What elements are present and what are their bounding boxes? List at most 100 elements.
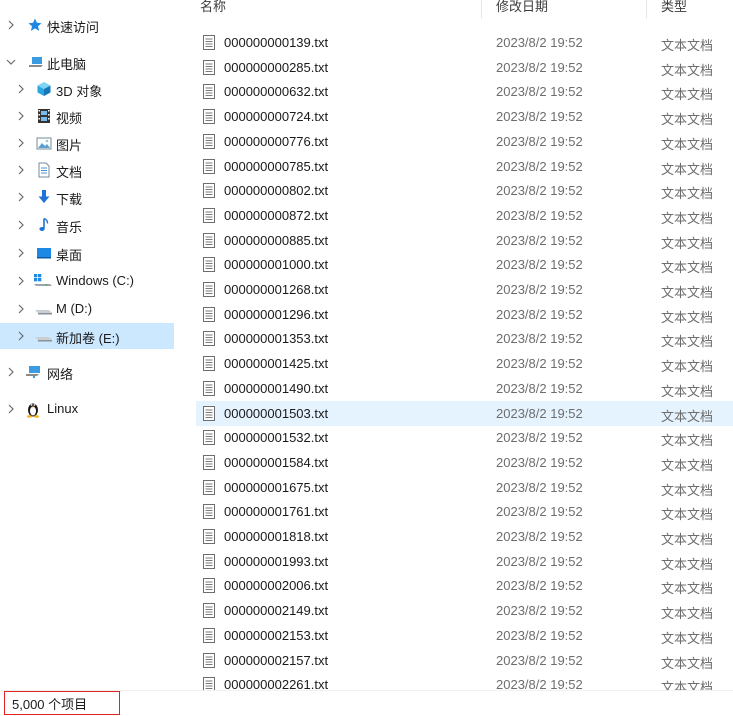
- nav-item-documents[interactable]: 文档: [0, 157, 174, 183]
- file-row[interactable]: 000000001761.txt 2023/8/2 19:52 文本文档: [196, 499, 733, 524]
- file-row[interactable]: 000000001818.txt 2023/8/2 19:52 文本文档: [196, 524, 733, 549]
- file-row[interactable]: 000000000139.txt 2023/8/2 19:52 文本文档: [196, 30, 733, 55]
- file-modified-date: 2023/8/2 19:52: [496, 59, 583, 75]
- file-row[interactable]: 000000000776.txt 2023/8/2 19:52 文本文档: [196, 129, 733, 154]
- nav-item-label: 图片: [56, 138, 83, 153]
- file-row[interactable]: 000000002006.txt 2023/8/2 19:52 文本文档: [196, 573, 733, 598]
- file-row[interactable]: 000000000785.txt 2023/8/2 19:52 文本文档: [196, 154, 733, 179]
- nav-item-label: 下载: [56, 192, 83, 207]
- text-file-icon: [203, 380, 215, 396]
- file-row[interactable]: 000000002149.txt 2023/8/2 19:52 文本文档: [196, 598, 733, 623]
- chevron-right-icon[interactable]: [16, 331, 26, 341]
- linux-icon: [25, 400, 41, 418]
- file-type: 文本文档: [661, 38, 714, 53]
- file-row[interactable]: 000000000724.txt 2023/8/2 19:52 文本文档: [196, 104, 733, 129]
- nav-item-desktop[interactable]: 桌面: [0, 240, 174, 266]
- file-row[interactable]: 000000001584.txt 2023/8/2 19:52 文本文档: [196, 450, 733, 475]
- chevron-right-icon[interactable]: [16, 220, 26, 230]
- column-divider[interactable]: [481, 0, 482, 18]
- nav-item-drive-d[interactable]: M (D:): [0, 296, 174, 322]
- text-file-icon: [203, 207, 215, 223]
- chevron-right-icon[interactable]: [6, 20, 16, 30]
- file-modified-date: 2023/8/2 19:52: [496, 479, 583, 495]
- text-file-icon: [203, 356, 215, 372]
- chevron-right-icon[interactable]: [16, 276, 26, 286]
- file-name: 000000001584.txt: [224, 454, 329, 470]
- file-row[interactable]: 000000000285.txt 2023/8/2 19:52 文本文档: [196, 55, 733, 80]
- file-row[interactable]: 000000001353.txt 2023/8/2 19:52 文本文档: [196, 326, 733, 351]
- chevron-right-icon[interactable]: [16, 165, 26, 175]
- text-file-icon: [203, 109, 215, 125]
- column-header-date[interactable]: 修改日期: [496, 0, 548, 18]
- nav-item-3d-objects[interactable]: 3D 对象: [0, 76, 174, 102]
- nav-item-videos[interactable]: 视频: [0, 103, 174, 129]
- file-row[interactable]: 000000000632.txt 2023/8/2 19:52 文本文档: [196, 79, 733, 104]
- file-modified-date: 2023/8/2 19:52: [496, 133, 583, 149]
- chevron-right-icon[interactable]: [16, 192, 26, 202]
- chevron-right-icon[interactable]: [16, 84, 26, 94]
- nav-item-this-pc[interactable]: 此电脑: [0, 49, 174, 75]
- column-header-type[interactable]: 类型: [661, 0, 687, 18]
- drive-icon: [33, 301, 52, 317]
- nav-item-quick-access[interactable]: 快速访问: [0, 12, 174, 38]
- file-row[interactable]: 000000002153.txt 2023/8/2 19:52 文本文档: [196, 623, 733, 648]
- file-row[interactable]: 000000002157.txt 2023/8/2 19:52 文本文档: [196, 648, 733, 673]
- file-name: 000000000724.txt: [224, 109, 329, 125]
- text-file-icon: [203, 677, 215, 690]
- nav-item-drive-e[interactable]: 新加卷 (E:): [0, 323, 174, 349]
- nav-item-drive-c[interactable]: Windows (C:): [0, 268, 174, 294]
- chevron-right-icon[interactable]: [6, 367, 16, 377]
- column-header-name[interactable]: 名称: [200, 0, 226, 18]
- nav-item-network[interactable]: 网络: [0, 359, 174, 385]
- nav-item-label: 音乐: [56, 220, 83, 235]
- column-divider[interactable]: [646, 0, 647, 18]
- text-file-icon: [203, 59, 215, 75]
- nav-item-music[interactable]: 音乐: [0, 212, 174, 238]
- file-type: 文本文档: [661, 630, 714, 646]
- file-row[interactable]: 000000001532.txt 2023/8/2 19:52 文本文档: [196, 425, 733, 450]
- nav-item-pictures[interactable]: 图片: [0, 130, 174, 156]
- file-row[interactable]: 000000000885.txt 2023/8/2 19:52 文本文档: [196, 228, 733, 253]
- file-row[interactable]: 000000001425.txt 2023/8/2 19:52 文本文档: [196, 351, 733, 376]
- chevron-down-icon[interactable]: [6, 57, 16, 67]
- text-file-icon: [203, 257, 215, 273]
- file-modified-date: 2023/8/2 19:52: [496, 331, 583, 347]
- file-modified-date: 2023/8/2 19:52: [496, 356, 583, 372]
- file-name: 000000000802.txt: [224, 183, 329, 199]
- file-type: 文本文档: [661, 285, 714, 300]
- nav-item-label: 网络: [47, 367, 74, 382]
- file-row[interactable]: 000000001490.txt 2023/8/2 19:52 文本文档: [196, 376, 733, 401]
- file-row[interactable]: 000000001296.txt 2023/8/2 19:52 文本文档: [196, 302, 733, 327]
- text-file-icon: [203, 430, 215, 446]
- file-modified-date: 2023/8/2 19:52: [496, 257, 583, 273]
- file-row[interactable]: 000000000872.txt 2023/8/2 19:52 文本文档: [196, 203, 733, 228]
- download-icon: [36, 189, 52, 205]
- chevron-right-icon[interactable]: [16, 304, 26, 314]
- file-row[interactable]: 000000000802.txt 2023/8/2 19:52 文本文档: [196, 178, 733, 203]
- text-file-icon: [203, 35, 215, 50]
- file-modified-date: 2023/8/2 19:52: [496, 405, 583, 421]
- file-row[interactable]: 000000001993.txt 2023/8/2 19:52 文本文档: [196, 549, 733, 574]
- windows-drive-icon: [33, 273, 52, 289]
- nav-item-linux[interactable]: Linux: [0, 396, 174, 422]
- file-row[interactable]: 000000002261.txt 2023/8/2 19:52 文本文档: [196, 672, 733, 690]
- nav-item-downloads[interactable]: 下载: [0, 184, 174, 210]
- image-icon: [36, 135, 52, 151]
- chevron-right-icon[interactable]: [16, 111, 26, 121]
- file-row[interactable]: 000000001268.txt 2023/8/2 19:52 文本文档: [196, 277, 733, 302]
- file-row[interactable]: 000000001503.txt 2023/8/2 19:52 文本文档: [196, 400, 733, 426]
- text-file-icon: [203, 183, 215, 199]
- file-type: 文本文档: [661, 457, 714, 473]
- file-name: 000000002006.txt: [224, 578, 329, 594]
- file-row[interactable]: 000000001675.txt 2023/8/2 19:52 文本文档: [196, 475, 733, 500]
- file-type: 文本文档: [661, 482, 714, 498]
- file-modified-date: 2023/8/2 19:52: [496, 529, 583, 544]
- nav-item-label: 3D 对象: [56, 84, 103, 99]
- file-row[interactable]: 000000001000.txt 2023/8/2 19:52 文本文档: [196, 252, 733, 277]
- chevron-right-icon[interactable]: [16, 138, 26, 148]
- text-file-icon: [203, 282, 215, 297]
- chevron-right-icon[interactable]: [16, 248, 26, 258]
- chevron-right-icon[interactable]: [6, 404, 16, 414]
- file-modified-date: 2023/8/2 19:52: [496, 504, 583, 520]
- file-modified-date: 2023/8/2 19:52: [496, 553, 583, 569]
